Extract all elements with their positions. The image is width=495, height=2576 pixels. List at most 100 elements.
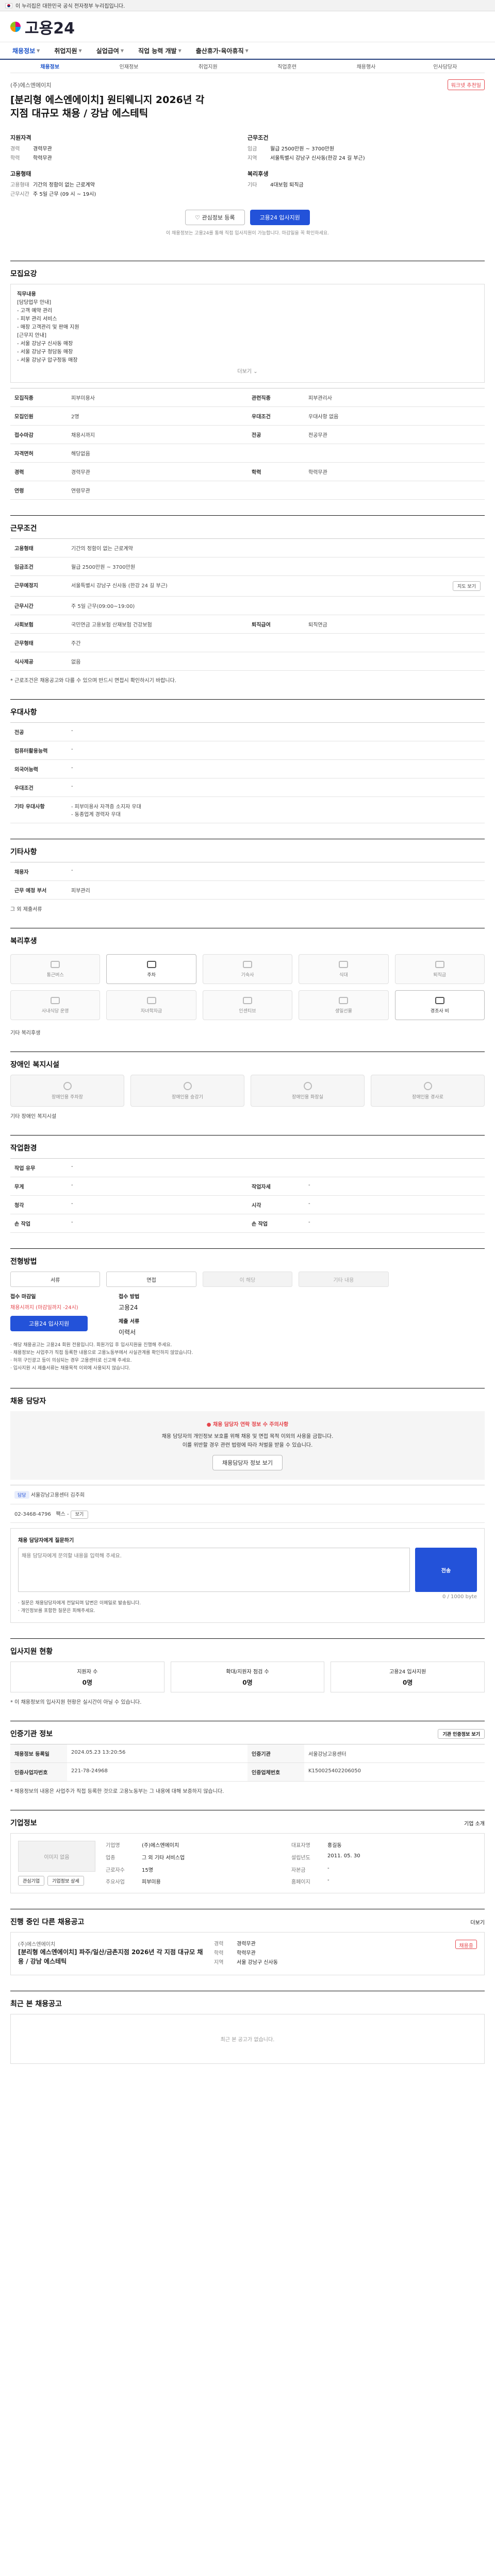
process-step: 면접 xyxy=(106,1272,196,1287)
sub-nav-item[interactable]: 인사담당자 xyxy=(406,62,485,70)
section-title: 최근 본 채용공고 xyxy=(10,2000,62,2008)
duty-line: - 서울 강남구 청담동 매장 xyxy=(17,349,73,355)
recv-docs: 이력서 xyxy=(119,1329,136,1336)
process-notes: · 해당 채용공고는 고용24 회원 전용입니다. 회원가입 후 입사지원을 진… xyxy=(10,1343,193,1371)
inquiry-box: 채용 담당자에게 질문하기 전송 0 / 1000 byte · 질문은 채용담… xyxy=(10,1528,485,1623)
recruit-table: 모집직종 피부미용사 관련직종 피부관리사 모집인원 2명 우대조건 우대사항 없음 접수마… xyxy=(10,388,485,500)
sub-nav-item[interactable]: 인재정보 xyxy=(89,62,168,70)
welfare-card: 주차 xyxy=(106,954,196,984)
stat-card: 지원자 수 0명 xyxy=(10,1662,164,1692)
section-title: 진행 중인 다른 채용공고 xyxy=(10,1918,85,1926)
summary-heading: 고용형태 xyxy=(10,171,31,177)
chevron-down-icon: ▼ xyxy=(178,48,182,53)
facility-card: 장애인용 주차장 xyxy=(10,1075,124,1107)
table-row: 손 작업 - 손 작업 - xyxy=(10,1214,485,1233)
recv-label: 제출 서류 xyxy=(119,1319,140,1325)
nav-item-employment[interactable]: 취업지원 ▼ xyxy=(54,46,81,55)
nav-item-benefit[interactable]: 실업급여 ▼ xyxy=(96,46,124,55)
table-row: 모집인원 2명 우대조건 우대사항 없음 xyxy=(10,407,485,426)
bonus-icon xyxy=(242,996,252,1004)
heart-icon: ♡ xyxy=(195,214,202,221)
conditions-note: * 근로조건은 채용공고와 다를 수 있으며 반드시 면접시 확인하시기 바랍니… xyxy=(10,678,176,684)
main-nav: 채용정보 ▼ 취업지원 ▼ 실업급여 ▼ 직업 능력 개발 ▼ 출산휴가·육아휴직 ▼ xyxy=(0,42,495,60)
table-row: 컴퓨터활용능력 - xyxy=(10,741,485,760)
logo-mark-icon xyxy=(10,21,21,32)
event-icon xyxy=(435,996,444,1004)
apply-note: 이 채용정보는 고용24를 통해 직접 입사지원이 가능합니다. 마감일을 꼭 … xyxy=(166,231,329,236)
sub-nav-item[interactable]: 취업지원 xyxy=(169,62,248,70)
send-button[interactable]: 전송 xyxy=(415,1548,477,1592)
auth-button[interactable]: 기관 인증정보 보기 xyxy=(438,1728,485,1739)
recv-method: 고용24 xyxy=(119,1304,138,1311)
summary-row: 기타 4대보험 퇴직금 xyxy=(248,182,304,188)
status-badge: 워크넷 추천일 xyxy=(447,79,485,90)
sub-nav-item[interactable]: 직업훈련 xyxy=(248,62,326,70)
table-row: 채용자 - xyxy=(10,862,485,881)
welfare-card: 식대 xyxy=(299,954,389,984)
money-icon xyxy=(435,960,444,968)
more-button[interactable]: 더보기 ⌄ xyxy=(17,368,478,376)
duty-line: - 피부 관리 서비스 xyxy=(17,316,57,322)
stat-card: 확대/지원자 점검 수 0명 xyxy=(170,1662,325,1692)
chevron-down-icon: ▼ xyxy=(120,48,124,53)
corp-detail-button[interactable]: 기업정보 상세 xyxy=(47,1876,84,1886)
site-logo[interactable]: 고용24 xyxy=(25,15,75,38)
section-title: 채용 담당자 xyxy=(10,1397,46,1405)
section-title: 복리후생 xyxy=(10,937,37,945)
duty-line: - 서울 강남구 신사동 매장 xyxy=(17,341,73,347)
show-manager-button[interactable]: 채용담당자 정보 보기 xyxy=(212,1455,283,1470)
corp-more-link[interactable]: 기업 소개 xyxy=(464,1819,485,1827)
welfare-card: 퇴직금 xyxy=(394,954,485,984)
table-row: 연령 연령무관 xyxy=(10,481,485,500)
table-row: 식사제공 없음 xyxy=(10,652,485,671)
etc-section: 기타사항 채용자 - 근무 예정 부서 피부관리 그 외 제출서류 xyxy=(10,839,485,912)
house-icon xyxy=(242,960,252,968)
table-row: 담당 서울강남고용센터 김주희 xyxy=(10,1485,485,1504)
disabled-other: 기타 장애인 복지시설 xyxy=(10,1114,57,1120)
section-title: 근무조건 xyxy=(10,524,37,533)
duty-line: - 매장 고객관리 및 판매 지원 xyxy=(17,325,79,330)
section-title: 작업환경 xyxy=(10,1144,37,1153)
gov-banner: 이 누리집은 대한민국 공식 전자정부 누리집입니다. xyxy=(0,0,495,11)
table-row: 사회보험 국민연금 고용보험 산재보험 건강보험 퇴직급여 퇴직연금 xyxy=(10,615,485,634)
summary-heading: 근무조건 xyxy=(248,134,269,141)
summary-heading: 복리후생 xyxy=(248,171,269,177)
table-row: 전공 - xyxy=(10,723,485,741)
nav-item-jobs[interactable]: 채용정보 ▼ xyxy=(12,46,40,55)
similar-card[interactable]: (주)에스엔에이치 [분리형 에스엔에이치] 파주/일산/금촌지점 2026년 각… xyxy=(10,1932,485,1975)
nav-item-leave[interactable]: 출산휴가·육아휴직 ▼ xyxy=(196,46,249,55)
table-row: 외국어능력 - xyxy=(10,760,485,778)
apply-button-2[interactable]: 고용24 입사지원 xyxy=(10,1316,88,1331)
school-icon xyxy=(146,996,156,1004)
table-row: 근무 예정 부서 피부관리 xyxy=(10,881,485,900)
apply-button[interactable]: 고용24 입사지원 xyxy=(250,210,310,225)
open-button[interactable]: 보기 xyxy=(70,1511,89,1519)
sub-nav-item[interactable]: 채용정보 xyxy=(10,62,89,70)
table-row: 자격면허 해당없음 xyxy=(10,444,485,463)
job-header: (주)에스엔에이치 워크넷 추천일 [분리형 에스엔에이치] 원티웨니지 2026… xyxy=(10,73,485,245)
corp-fav-button[interactable]: 관심기업 xyxy=(18,1876,45,1886)
auth-section: 인증기관 정보 기관 인증정보 보기 채용정보 등록일 2024.05.23 13:… xyxy=(10,1721,485,1794)
map-button[interactable]: 지도 보기 xyxy=(453,581,481,591)
pref-section: 우대사항 전공 - 컴퓨터활용능력 - 외국어능력 - 우대조건 - 기타 우대사항 - … xyxy=(10,699,485,823)
nav-item-training[interactable]: 직업 능력 개발 ▼ xyxy=(138,46,182,55)
welfare-section: 복리후생 통근버스 주차 기숙사 식대 퇴직금 사내식당 운영 자녀학자금 인센… xyxy=(10,928,485,1036)
process-section: 전형방법 서류 면접 이 해당 기타 내용 접수 마감일 채용시까지 (마감일까지… xyxy=(10,1248,485,1372)
section-title: 기타사항 xyxy=(10,848,37,856)
table-row: 청각 - 시각 - xyxy=(10,1196,485,1214)
corp-section: 기업정보 기업 소개 이미지 없음 관심기업 기업정보 상세 기업명 (주)에스엔에이… xyxy=(10,1810,485,1893)
duty-line: - 고객 예약 관리 xyxy=(17,308,53,314)
save-interest-button[interactable]: ♡ 관심정보 등록 xyxy=(185,210,245,225)
parking-icon xyxy=(63,1081,72,1090)
similar-more-link[interactable]: 더보기 xyxy=(470,1918,485,1926)
company-name[interactable]: (주)에스엔에이치 xyxy=(10,81,51,89)
duty-title: 직무내용 xyxy=(17,292,36,297)
sub-nav-item[interactable]: 채용행사 xyxy=(326,62,405,70)
status-note: * 이 채용정보의 입사지원 현황은 실시간이 아닐 수 있습니다. xyxy=(10,1700,142,1705)
table-row: 근무시간 주 5일 근무(09:00~19:00) xyxy=(10,597,485,615)
chevron-down-icon: ▼ xyxy=(78,48,82,53)
summary-row: 경력 경력무관 xyxy=(10,146,52,152)
inquiry-input[interactable] xyxy=(18,1548,410,1592)
table-row: 기타 우대사항 - 피부미용사 자격증 소지자 우대 - 동종업계 경력자 우대 xyxy=(10,797,485,823)
welfare-card: 사내식당 운영 xyxy=(10,990,101,1020)
